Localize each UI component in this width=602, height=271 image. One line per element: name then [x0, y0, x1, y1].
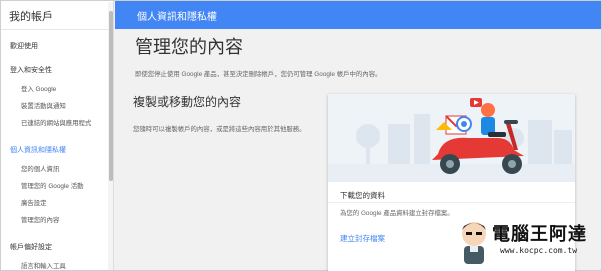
sidebar-item-privacy[interactable]: 個人資訊和隱私權	[10, 145, 66, 155]
top-app-bar-title: 個人資訊和隱私權	[137, 12, 217, 23]
sidebar-scrollbar-thumb[interactable]	[109, 11, 113, 181]
scooter-illustration	[328, 94, 575, 182]
watermark-text: 電腦王阿達	[492, 224, 587, 245]
sidebar-item-connected-apps[interactable]: 已連結的網站與應用程式	[21, 118, 91, 127]
sidebar-item-welcome[interactable]: 歡迎使用	[10, 41, 38, 51]
sidebar-item-personal-info[interactable]: 您的個人資訊	[21, 164, 59, 173]
sidebar-item-sign-in[interactable]: 登入 Google	[21, 84, 56, 93]
intro-text: 即使您停止使用 Google 產品，甚至決定刪除帳戶，您仍可管理 Google …	[135, 71, 382, 78]
sidebar-item-manage-content[interactable]: 管理您的內容	[21, 215, 59, 224]
page-title: 管理您的內容	[135, 37, 243, 57]
watermark-url: www.kocpc.com.tw	[500, 246, 578, 255]
card-description: 為您的 Google 產品資料建立封存檔案。	[340, 210, 454, 217]
sidebar-header: 我的帳戶	[1, 1, 113, 30]
mascot-icon	[462, 222, 486, 264]
section-description: 您隨時可以複製帳戶的內容，或是將這些內容用於其他服務。	[133, 126, 306, 133]
section-title: 複製或移動您的內容	[133, 95, 242, 109]
sidebar-item-google-activity[interactable]: 管理您的 Google 活動	[21, 181, 84, 190]
create-archive-link[interactable]: 建立封存檔案	[340, 233, 385, 244]
sidebar: 我的帳戶 歡迎使用 登入和安全性 登入 Google 裝置活動與通知 已連結的網…	[1, 1, 114, 270]
watermark: 電腦王阿達 www.kocpc.com.tw	[452, 214, 602, 270]
sidebar-item-preferences[interactable]: 帳戶偏好設定	[10, 242, 52, 252]
sidebar-item-security[interactable]: 登入和安全性	[10, 65, 52, 75]
sidebar-item-device-activity[interactable]: 裝置活動與通知	[21, 101, 66, 110]
sidebar-item-ad-settings[interactable]: 廣告設定	[21, 198, 47, 207]
card-title: 下載您的資料	[340, 191, 385, 200]
top-app-bar: 個人資訊和隱私權	[115, 1, 601, 29]
sidebar-item-language[interactable]: 語言和輸入工具	[21, 261, 66, 270]
download-illustration	[328, 94, 575, 182]
card-divider	[328, 202, 575, 203]
